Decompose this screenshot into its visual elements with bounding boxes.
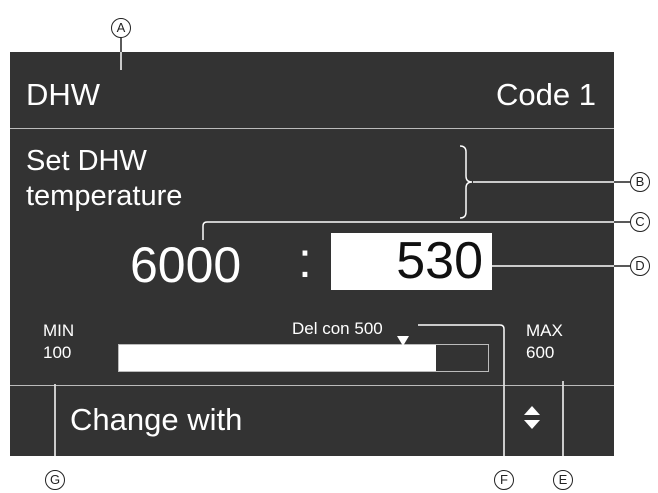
callout-c: C bbox=[630, 212, 650, 232]
callout-g: G bbox=[45, 470, 65, 490]
callout-b: B bbox=[630, 172, 650, 192]
callout-a: A bbox=[111, 18, 131, 38]
callout-lines bbox=[54, 38, 630, 456]
callout-d: D bbox=[630, 256, 650, 276]
callout-f: F bbox=[494, 470, 514, 490]
callout-e: E bbox=[553, 470, 573, 490]
